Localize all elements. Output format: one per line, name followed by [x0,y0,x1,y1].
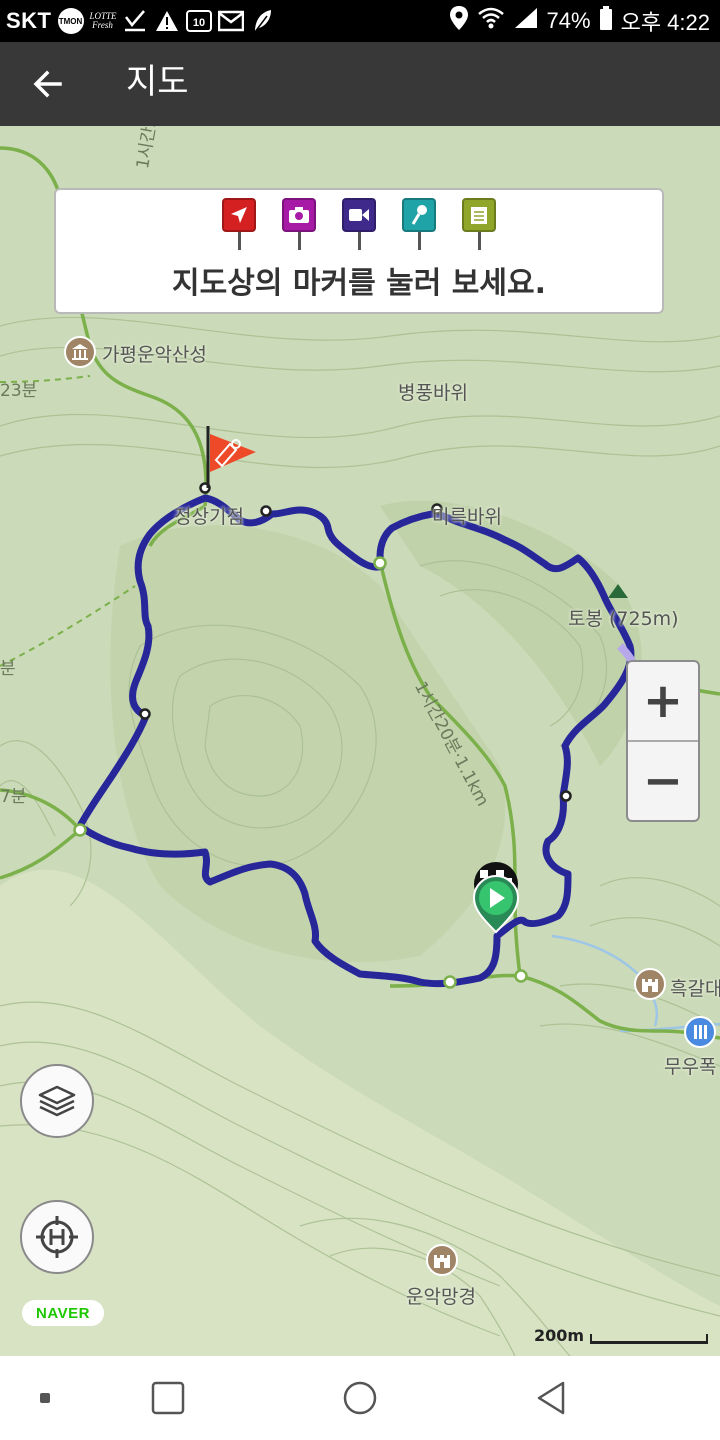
app-bar: 지도 [0,42,720,126]
microphone-marker-icon [402,198,438,258]
my-location-button[interactable] [20,1200,94,1274]
warning-icon [154,8,180,34]
arrow-left-icon [33,70,62,98]
map-view[interactable]: 지도상의 마커를 눌러 보세요. 가평운악산성 병풍바위 정상기점 미륵바위 토… [0,126,720,1356]
note-marker-icon [462,198,498,258]
carrier-label: SKT [6,8,52,33]
battery-percent: 74% [546,8,591,33]
video-marker-icon [342,198,378,258]
back-button[interactable] [22,58,74,110]
signal-icon [513,6,539,36]
trail-time-label: 분 [0,659,16,679]
tmon-icon: TMON [57,8,84,34]
tenth-icon: 10 [185,8,212,34]
crosshair-icon [36,1216,78,1258]
recent-apps-button[interactable] [144,1374,192,1422]
zoom-in-button[interactable]: + [628,662,698,742]
home-button[interactable] [336,1374,384,1422]
page-title: 지도 [126,62,189,102]
location-icon [449,5,469,37]
clock: 오후 4:22 [620,10,710,35]
place-label-peak: 토봉 (725m) [568,608,679,630]
square-icon [151,1381,185,1415]
wifi-icon [477,6,505,36]
dot-icon [40,1393,50,1403]
place-label-heukgal: 흑갈대 [670,978,720,1000]
trail-time-label: 7분 [0,787,27,807]
place-label-fortress: 가평운악산성 [102,344,207,366]
waterfall-icon[interactable] [684,1016,716,1048]
battery-icon [599,5,613,37]
circle-icon [343,1381,377,1415]
svg-text:10: 10 [192,17,204,29]
layers-icon [38,1085,76,1117]
marker-hint-text: 지도상의 마커를 눌러 보세요. [172,266,546,301]
place-label-waterfall: 무우폭 [664,1056,717,1078]
heritage-icon[interactable] [64,336,96,368]
scale-label: 200m [534,1326,585,1345]
zoom-control: + − [626,660,700,822]
status-bar: SKT TMON LOTTE Fresh 10 74% 오후 4:22 [0,0,720,42]
marker-legend [222,198,498,258]
fortress-icon[interactable] [426,1244,458,1276]
navigation-bar [0,1356,720,1440]
feather-icon [250,8,276,34]
place-label-mireuk-rock: 미륵바위 [432,506,502,528]
scale-line [590,1334,708,1344]
check-icon [122,8,148,34]
fortress-icon[interactable] [634,968,666,1000]
trail-time-label: 23분 [0,381,38,401]
triangle-back-icon [537,1381,565,1415]
marker-hint-card: 지도상의 마커를 눌러 보세요. [54,188,664,314]
place-label-viewpoint: 운악망경 [406,1286,476,1308]
lotte-fresh-icon: LOTTE Fresh [89,11,117,30]
camera-marker-icon [282,198,318,258]
place-label-byeongpung-rock: 병풍바위 [398,382,468,404]
waypoint-marker-icon [222,198,258,258]
layers-button[interactable] [20,1064,94,1138]
back-nav-button[interactable] [527,1374,575,1422]
recent-dot-button[interactable] [21,1374,69,1422]
mail-icon [217,8,244,34]
zoom-out-button[interactable]: − [628,742,698,820]
naver-logo: NAVER [22,1300,104,1326]
place-label-summit-start: 정상기점 [174,506,244,528]
